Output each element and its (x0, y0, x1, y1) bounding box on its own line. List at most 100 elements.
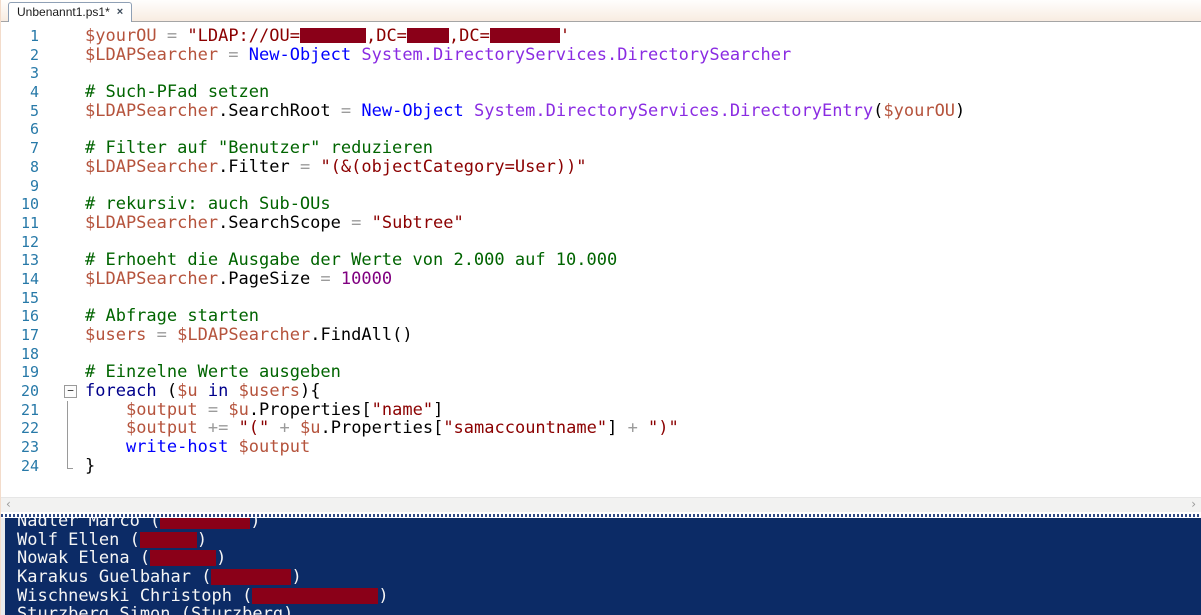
code-token: Wolf Ellen ( (17, 529, 140, 550)
code-line: 3 (1, 64, 1201, 83)
line-number: 17 (20, 326, 39, 344)
fold-column (39, 289, 83, 308)
code-token: $LDAPSearcher (85, 156, 219, 177)
tab-unbenannt1[interactable]: Unbenannt1.ps1* × (8, 2, 133, 22)
tab-close-icon[interactable]: × (117, 6, 123, 18)
code-line: 9 (1, 177, 1201, 196)
line-number: 20 (20, 382, 39, 401)
console-line: Nadler Marco () (17, 518, 1201, 531)
code-text: $output += "(" + $u.Properties["samaccou… (83, 419, 679, 438)
code-token: ,DC= (448, 26, 490, 46)
fold-column (39, 456, 83, 476)
code-text: $users = $LDAPSearcher.FindAll() (83, 326, 413, 345)
fold-column (39, 251, 83, 270)
code-text: $yourOU = "LDAP://OU= ,DC= ,DC= ' (83, 27, 570, 46)
code-token: # Erhoeht die Ausgabe der Werte von 2.00… (85, 250, 618, 271)
code-text: $LDAPSearcher.Filter = "(&(objectCategor… (83, 156, 587, 177)
code-token: "(" (238, 418, 270, 439)
code-token: $LDAPSearcher (85, 212, 219, 233)
code-token: = (351, 212, 372, 233)
code-token: ] (433, 399, 444, 420)
code-token: $LDAPSearcher (85, 100, 219, 121)
code-token: write-host (125, 437, 239, 458)
powershell-ise-window: Unbenannt1.ps1* × 1 $yourOU = "LDAP://OU=… (0, 0, 1201, 615)
code-token: Karakus Guelbahar ( (17, 567, 212, 588)
script-editor-pane[interactable]: 1 $yourOU = "LDAP://OU= ,DC= ,DC= ' 2 $LDAPSea… (1, 22, 1201, 497)
code-text: # rekursiv: auch Sub-OUs (83, 195, 331, 214)
code-token: "name" (371, 399, 434, 420)
code-line: 13 # Erhoeht die Ausgabe der Werte von 2.… (1, 251, 1201, 270)
code-token: = (156, 325, 178, 345)
scrollbar-left-arrow-icon[interactable]: ‹ (6, 498, 11, 511)
code-line: 4 # Such-PFad setzen (1, 83, 1201, 102)
line-number: 11 (20, 213, 39, 232)
code-token: $LDAPSearcher (177, 325, 311, 345)
code-text: foreach ($u in $users){ (83, 382, 321, 401)
code-token: .SearchRoot (218, 100, 341, 121)
code-token: = (340, 100, 362, 121)
console-line: Nowak Elena () (17, 549, 1201, 568)
console-line: Sturzberg Simon (Sturzberg) (17, 605, 1201, 615)
code-token: $users (238, 381, 301, 402)
code-token: "samaccountname" (443, 418, 608, 439)
code-text: write-host $output (83, 438, 310, 457)
code-line: 20 − foreach ($u in $users){ (1, 382, 1201, 401)
code-token: # Such-PFad setzen (85, 82, 270, 103)
fold-column (39, 270, 83, 289)
fold-column (39, 363, 83, 382)
code-token: ( (873, 100, 884, 121)
console-line: Wolf Ellen () (17, 529, 1201, 550)
code-token: # rekursiv: auch Sub-OUs (85, 194, 331, 215)
code-line: 19 # Einzelne Werte ausgeben (1, 363, 1201, 382)
code-token: $yourOU (85, 26, 167, 46)
code-token: New-Object (361, 100, 474, 121)
line-number: 3 (29, 64, 39, 83)
fold-column (39, 158, 83, 177)
fold-collapse-icon[interactable]: − (64, 385, 77, 399)
code-token: += (207, 418, 239, 439)
code-text: # Einzelne Werte ausgeben (83, 363, 341, 382)
code-token: .Properties[ (248, 399, 372, 420)
code-token: $output (238, 437, 311, 458)
code-text: $LDAPSearcher.SearchRoot = New-Object Sy… (83, 100, 965, 121)
editor-horizontal-scrollbar[interactable]: ‹ › (1, 497, 1201, 512)
code-text: $output = $u.Properties["name"] (83, 399, 444, 420)
redaction-box (252, 587, 379, 604)
fold-column (39, 345, 83, 364)
code-token: ) (378, 585, 389, 606)
line-number: 15 (20, 288, 39, 307)
code-token: + (269, 418, 300, 439)
code-token: ) (291, 567, 302, 588)
code-token: "Subtree" (371, 212, 464, 233)
code-token: Nowak Elena ( (17, 548, 151, 569)
fold-column (39, 177, 83, 196)
fold-column (39, 102, 83, 121)
line-number: 13 (20, 251, 39, 270)
editor-tab-bar: Unbenannt1.ps1* × (1, 0, 1201, 22)
line-number: 9 (29, 176, 39, 195)
fold-column (39, 46, 83, 65)
code-token: ")" (648, 418, 679, 439)
scrollbar-right-arrow-icon[interactable]: › (1191, 498, 1196, 511)
line-number: 16 (20, 307, 39, 326)
code-token: New-Object (248, 44, 362, 65)
code-line: 17 $users = $LDAPSearcher.FindAll() (1, 326, 1201, 345)
code-line: 22 $output += "(" + $u.Properties["samac… (1, 419, 1201, 438)
code-text: # Erhoeht die Ausgabe der Werte von 2.00… (83, 251, 617, 270)
line-number: 24 (20, 456, 39, 475)
line-number: 10 (20, 195, 39, 214)
fold-column (39, 64, 83, 83)
code-token: ) (196, 529, 208, 550)
code-token: in (207, 381, 229, 402)
code-token: + (627, 418, 649, 439)
console-output-pane[interactable]: Nadler Marco () Wolf Ellen () Nowak Elena … (1, 518, 1201, 615)
code-line: 21 $output = $u.Properties["name"] (1, 399, 1201, 420)
line-number: 23 (20, 438, 39, 457)
code-text: $LDAPSearcher.PageSize = 10000 (83, 270, 392, 289)
